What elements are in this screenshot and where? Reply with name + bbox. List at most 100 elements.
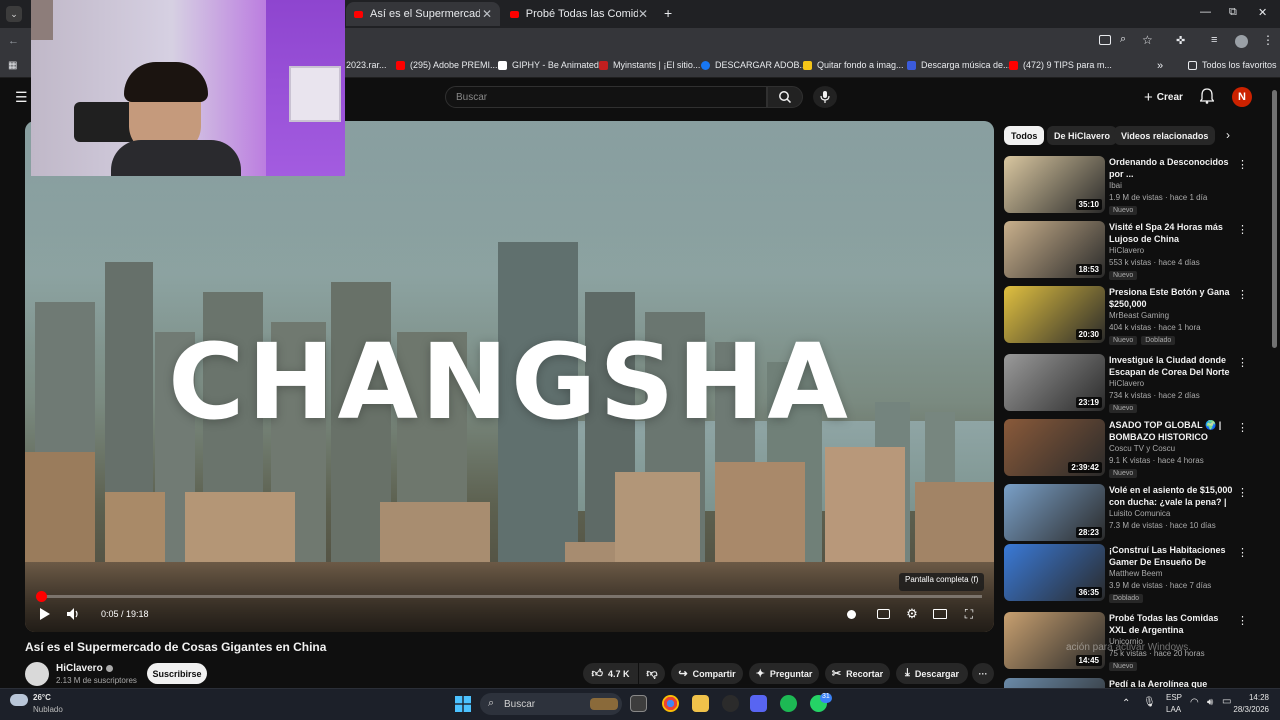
close-tab-icon[interactable]: ✕ xyxy=(482,7,492,21)
play-button[interactable] xyxy=(35,604,55,624)
task-view-icon[interactable] xyxy=(630,695,647,712)
recommendation-title[interactable]: Ordenando a Desconocidos por ... xyxy=(1109,156,1233,180)
settings-button[interactable]: ⚙ xyxy=(902,604,922,624)
volume-button[interactable] xyxy=(63,604,83,624)
all-favorites-folder[interactable]: Todos los favoritos xyxy=(1188,60,1277,70)
recommendation-thumbnail[interactable]: 14:45 xyxy=(1004,612,1105,669)
clip-button[interactable]: ✂ Recortar xyxy=(825,663,890,684)
chip-de-hiclavero[interactable]: De HiClavero xyxy=(1047,126,1118,145)
more-options-icon[interactable]: ⋮ xyxy=(1237,356,1248,369)
more-options-icon[interactable]: ⋮ xyxy=(1237,546,1248,559)
recommendation-title[interactable]: ¡Construí Las Habitaciones Gamer De Ensu… xyxy=(1109,544,1233,568)
bookmark-item[interactable]: (295) Adobe PREMI... xyxy=(396,60,498,70)
tab-search-button[interactable]: ⌄ xyxy=(6,6,22,22)
extensions-icon[interactable]: ✜ xyxy=(1176,34,1185,47)
dislike-button[interactable]: 👎︎ xyxy=(639,663,665,684)
bookmark-item[interactable]: DESCARGAR ADOB... xyxy=(701,60,807,70)
recommendation-channel[interactable]: Matthew Beem xyxy=(1109,569,1162,578)
discord-icon[interactable] xyxy=(750,695,767,712)
profile-avatar[interactable] xyxy=(1235,35,1248,48)
obs-icon[interactable] xyxy=(722,695,739,712)
chip-todos[interactable]: Todos xyxy=(1004,126,1045,145)
autoplay-toggle[interactable] xyxy=(843,604,859,624)
ask-button[interactable]: ✦ Preguntar xyxy=(749,663,819,684)
apps-grid-icon[interactable]: ▦ xyxy=(8,60,17,71)
theater-mode-button[interactable] xyxy=(930,604,950,624)
recommendation-title[interactable]: Probé Todas las Comidas XXL de Argentina xyxy=(1109,612,1233,636)
recommendation-title[interactable]: Investigué la Ciudad donde Escapan de Co… xyxy=(1109,354,1233,378)
recommendation-thumbnail[interactable]: 20:30 xyxy=(1004,286,1105,343)
close-window-icon[interactable]: ✕ xyxy=(1258,6,1267,19)
page-scrollbar[interactable] xyxy=(1272,90,1277,348)
fullscreen-button[interactable]: ⛶ xyxy=(959,604,979,624)
install-app-icon[interactable] xyxy=(1099,35,1111,45)
media-control-icon[interactable]: ≡ xyxy=(1211,34,1217,46)
recommendation-thumbnail[interactable]: 35:10 xyxy=(1004,156,1105,213)
recommendation-item[interactable]: 2:39:42 ASADO TOP GLOBAL 🌍 | BOMBAZO HIST… xyxy=(1004,419,1256,479)
more-options-icon[interactable]: ⋮ xyxy=(1237,158,1248,171)
share-button[interactable]: ↪ Compartir xyxy=(671,663,743,684)
more-actions-button[interactable]: ··· xyxy=(972,663,994,684)
recommendation-channel[interactable]: Ibai xyxy=(1109,181,1122,190)
channel-name[interactable]: HiClavero xyxy=(56,663,113,674)
speaker-icon[interactable]: 🔊︎ xyxy=(1207,697,1213,708)
tab-comidas-xxl[interactable]: Probé Todas las Comidas XXL d ✕ xyxy=(502,2,656,26)
bookmark-item[interactable]: 2023.rar... xyxy=(346,60,387,70)
wifi-icon[interactable]: ◠ xyxy=(1190,697,1199,708)
recommendation-item[interactable]: 18:53 Visité el Spa 24 Horas más Lujoso d… xyxy=(1004,221,1256,281)
back-icon[interactable]: ← xyxy=(8,35,19,47)
recommendation-title[interactable]: ASADO TOP GLOBAL 🌍 | BOMBAZO HISTORICO xyxy=(1109,419,1233,443)
recommendation-item[interactable]: 35:10 Ordenando a Desconocidos por ... Iba… xyxy=(1004,156,1256,216)
download-button[interactable]: ⤓ Descargar xyxy=(896,663,968,684)
lang-top[interactable]: ESP xyxy=(1166,693,1182,702)
new-tab-button[interactable]: + xyxy=(664,5,672,21)
windows-start-button[interactable] xyxy=(455,696,471,717)
browser-menu-icon[interactable]: ⋮ xyxy=(1262,33,1274,47)
recommendation-channel[interactable]: Coscu TV y Coscu xyxy=(1109,444,1175,453)
subtitles-button[interactable] xyxy=(873,604,893,624)
recommendation-thumbnail[interactable]: 23:19 xyxy=(1004,354,1105,411)
channel-avatar[interactable] xyxy=(25,662,49,686)
recommendation-channel[interactable]: HiClavero xyxy=(1109,246,1144,255)
bookmarks-overflow-icon[interactable]: » xyxy=(1157,60,1163,72)
recommendation-channel[interactable]: Luisito Comunica xyxy=(1109,509,1170,518)
progress-scrubber[interactable] xyxy=(36,591,48,602)
account-avatar[interactable]: N xyxy=(1232,87,1252,107)
hamburger-menu-icon[interactable]: ☰ xyxy=(15,89,28,106)
taskbar-search[interactable]: ⌕ Buscar xyxy=(480,693,622,715)
weather-cloud-icon[interactable] xyxy=(10,694,28,706)
video-player[interactable]: CHANGSHA Pantalla completa (f) 0:05 / 19… xyxy=(25,121,994,632)
minimize-icon[interactable]: — xyxy=(1200,6,1211,18)
more-options-icon[interactable]: ⋮ xyxy=(1237,288,1248,301)
bookmark-item[interactable]: Quitar fondo a imag... xyxy=(803,60,904,70)
tray-mic-icon[interactable]: 🎙︎ xyxy=(1143,697,1156,708)
bookmark-item[interactable]: GIPHY - Be Animated xyxy=(498,60,599,70)
chrome-icon[interactable] xyxy=(662,695,679,712)
chip-videos-relacionados[interactable]: Videos relacionados xyxy=(1114,126,1216,145)
tab-supermercado[interactable]: Así es el Supermercado de Cos ✕ xyxy=(346,2,500,26)
recommendation-thumbnail[interactable] xyxy=(1004,678,1105,688)
tray-overflow-icon[interactable]: ⌃ xyxy=(1122,698,1130,709)
bookmark-item[interactable]: Descarga música de... xyxy=(907,60,1011,70)
more-options-icon[interactable]: ⋮ xyxy=(1237,421,1248,434)
voice-search-button[interactable] xyxy=(813,86,837,108)
recommendation-item[interactable]: Pedí a la Aerolínea que xyxy=(1004,678,1256,688)
create-button[interactable]: + Crear xyxy=(1138,86,1189,108)
recommendation-item[interactable]: 20:30 Presiona Este Botón y Gana $250,000… xyxy=(1004,286,1256,346)
recommendation-channel[interactable]: HiClavero xyxy=(1109,379,1144,388)
recommendation-item[interactable]: 28:23 Volé en el asiento de $15,000 con d… xyxy=(1004,484,1256,544)
recommendation-title[interactable]: Pedí a la Aerolínea que xyxy=(1109,678,1233,688)
notifications-bell-icon[interactable] xyxy=(1199,88,1215,109)
file-explorer-icon[interactable] xyxy=(692,695,709,712)
close-tab-icon[interactable]: ✕ xyxy=(638,7,648,21)
recommendation-thumbnail[interactable]: 2:39:42 xyxy=(1004,419,1105,476)
recommendation-title[interactable]: Volé en el asiento de $15,000 con ducha:… xyxy=(1109,484,1233,508)
zoom-icon[interactable]: ⌕ xyxy=(1120,33,1126,46)
recommendation-thumbnail[interactable]: 18:53 xyxy=(1004,221,1105,278)
progress-bar[interactable] xyxy=(36,591,982,602)
recommendation-thumbnail[interactable]: 28:23 xyxy=(1004,484,1105,541)
chips-next-icon[interactable]: › xyxy=(1226,128,1230,142)
restore-icon[interactable]: ⧉ xyxy=(1229,6,1237,19)
more-options-icon[interactable]: ⋮ xyxy=(1237,614,1248,627)
more-options-icon[interactable]: ⋮ xyxy=(1237,223,1248,236)
